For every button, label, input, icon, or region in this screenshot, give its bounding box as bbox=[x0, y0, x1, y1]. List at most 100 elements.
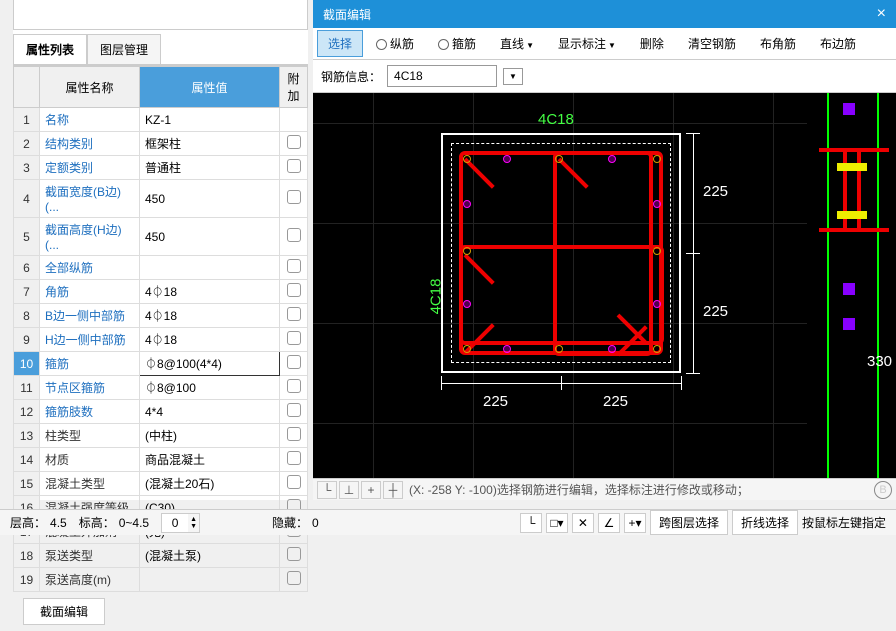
property-row[interactable]: 9H边一侧中部筋4⏀18 bbox=[14, 328, 308, 352]
prop-value[interactable]: ⏀8@100 bbox=[140, 376, 280, 400]
tool-select[interactable]: 选择 bbox=[317, 30, 363, 57]
mode3-icon[interactable]: ✕ bbox=[572, 513, 594, 533]
rebar-dot[interactable] bbox=[653, 300, 661, 308]
mode4-icon[interactable]: ∠ bbox=[598, 513, 620, 533]
tool-delete[interactable]: 删除 bbox=[629, 30, 675, 57]
rebar-dot[interactable] bbox=[503, 345, 511, 353]
rebar-info-input[interactable] bbox=[387, 65, 497, 87]
tool-corner-bar[interactable]: 布角筋 bbox=[749, 30, 807, 57]
rebar-dot[interactable] bbox=[653, 200, 661, 208]
rebar-info-dropdown[interactable]: ▼ bbox=[503, 68, 523, 85]
property-row[interactable]: 11节点区箍筋⏀8@100 bbox=[14, 376, 308, 400]
offset-input[interactable] bbox=[162, 514, 188, 532]
property-row[interactable]: 2结构类别框架柱 bbox=[14, 132, 308, 156]
rebar-dot[interactable] bbox=[463, 345, 471, 353]
property-row[interactable]: 3定额类别普通柱 bbox=[14, 156, 308, 180]
rebar-dot[interactable] bbox=[503, 155, 511, 163]
property-row[interactable]: 5截面高度(H边)(...450 bbox=[14, 218, 308, 256]
prop-extra[interactable] bbox=[280, 568, 308, 592]
prop-value[interactable]: 4⏀18 bbox=[140, 328, 280, 352]
prop-extra[interactable] bbox=[280, 156, 308, 180]
tool-longitudinal[interactable]: 纵筋 bbox=[365, 30, 425, 57]
prop-value[interactable] bbox=[140, 568, 280, 592]
prop-extra[interactable] bbox=[280, 352, 308, 376]
property-row[interactable]: 12箍筋肢数4*4 bbox=[14, 400, 308, 424]
rebar-dot[interactable] bbox=[555, 345, 563, 353]
prop-value[interactable]: 450 bbox=[140, 218, 280, 256]
section-edit-button[interactable]: 截面编辑 bbox=[23, 598, 105, 625]
property-row[interactable]: 8B边一侧中部筋4⏀18 bbox=[14, 304, 308, 328]
property-row[interactable]: 15混凝土类型(混凝土20石) bbox=[14, 472, 308, 496]
prop-extra[interactable] bbox=[280, 304, 308, 328]
prop-value[interactable]: 4⏀18 bbox=[140, 304, 280, 328]
prop-extra[interactable] bbox=[280, 472, 308, 496]
rebar-dot[interactable] bbox=[463, 155, 471, 163]
tab-properties[interactable]: 属性列表 bbox=[13, 34, 87, 64]
property-row[interactable]: 7角筋4⏀18 bbox=[14, 280, 308, 304]
prop-value[interactable]: 4*4 bbox=[140, 400, 280, 424]
prop-extra[interactable] bbox=[280, 180, 308, 218]
prop-extra[interactable] bbox=[280, 132, 308, 156]
tool-edge-bar[interactable]: 布边筋 bbox=[809, 30, 867, 57]
prop-value[interactable]: 普通柱 bbox=[140, 156, 280, 180]
spin-down-icon[interactable]: ▼ bbox=[188, 523, 199, 530]
tab-layers[interactable]: 图层管理 bbox=[87, 34, 161, 64]
prop-extra[interactable] bbox=[280, 218, 308, 256]
tool-show-dim[interactable]: 显示标注▼ bbox=[547, 30, 627, 57]
snap-mid-icon[interactable]: + bbox=[361, 481, 381, 499]
property-row[interactable]: 18泵送类型(混凝土泵) bbox=[14, 544, 308, 568]
prop-value[interactable]: 450 bbox=[140, 180, 280, 218]
property-row[interactable]: 13柱类型(中柱) bbox=[14, 424, 308, 448]
rebar-dot[interactable] bbox=[608, 345, 616, 353]
property-row[interactable]: 1名称KZ-1 bbox=[14, 108, 308, 132]
tool-stirrup[interactable]: 箍筋 bbox=[427, 30, 487, 57]
prop-value[interactable]: (中柱) bbox=[140, 424, 280, 448]
prop-extra[interactable] bbox=[280, 400, 308, 424]
prop-value[interactable]: KZ-1 bbox=[140, 108, 280, 132]
section-canvas[interactable]: 4C18 4C18 225 225 225 225 bbox=[313, 93, 807, 486]
rebar-dot[interactable] bbox=[653, 247, 661, 255]
prop-extra[interactable] bbox=[280, 448, 308, 472]
property-row[interactable]: 14材质商品混凝土 bbox=[14, 448, 308, 472]
prop-value[interactable]: 框架柱 bbox=[140, 132, 280, 156]
rebar-dot[interactable] bbox=[653, 345, 661, 353]
prop-value[interactable]: (混凝土泵) bbox=[140, 544, 280, 568]
offset-stepper[interactable]: ▲▼ bbox=[161, 513, 200, 533]
prop-value[interactable]: (混凝土20石) bbox=[140, 472, 280, 496]
rebar-dot[interactable] bbox=[463, 300, 471, 308]
cross-layer-button[interactable]: 跨图层选择 bbox=[650, 510, 728, 535]
prop-value[interactable]: ⏀8@100(4*4) bbox=[140, 352, 280, 376]
prop-extra[interactable] bbox=[280, 376, 308, 400]
row-number: 11 bbox=[14, 376, 40, 400]
prop-extra[interactable] bbox=[280, 108, 308, 132]
property-row[interactable]: 6全部纵筋 bbox=[14, 256, 308, 280]
prop-extra[interactable] bbox=[280, 328, 308, 352]
prop-extra[interactable] bbox=[280, 256, 308, 280]
prop-value[interactable]: 商品混凝土 bbox=[140, 448, 280, 472]
mode1-icon[interactable]: └ bbox=[520, 513, 542, 533]
property-row[interactable]: 10箍筋⏀8@100(4*4) bbox=[14, 352, 308, 376]
prop-extra[interactable] bbox=[280, 544, 308, 568]
snap-endpoint-icon[interactable]: └ bbox=[317, 481, 337, 499]
prop-value[interactable] bbox=[140, 256, 280, 280]
snap-perp-icon[interactable]: ⊥ bbox=[339, 481, 359, 499]
tool-clear[interactable]: 清空钢筋 bbox=[677, 30, 747, 57]
property-row[interactable]: 4截面宽度(B边)(...450 bbox=[14, 180, 308, 218]
prop-extra[interactable] bbox=[280, 424, 308, 448]
mode5-icon[interactable]: +▾ bbox=[624, 513, 646, 533]
polyline-button[interactable]: 折线选择 bbox=[732, 510, 798, 535]
mode2-icon[interactable]: □▾ bbox=[546, 513, 568, 533]
rebar-dot[interactable] bbox=[463, 247, 471, 255]
prop-value[interactable]: 4⏀18 bbox=[140, 280, 280, 304]
snap-grid-icon[interactable]: ┼ bbox=[383, 481, 403, 499]
tool-line[interactable]: 直线▼ bbox=[489, 30, 545, 57]
rebar-dot[interactable] bbox=[463, 200, 471, 208]
spin-up-icon[interactable]: ▲ bbox=[188, 516, 199, 523]
col-value[interactable]: 属性值 bbox=[140, 67, 280, 108]
rebar-dot[interactable] bbox=[608, 155, 616, 163]
property-row[interactable]: 19泵送高度(m) bbox=[14, 568, 308, 592]
rebar-dot[interactable] bbox=[555, 155, 563, 163]
prop-extra[interactable] bbox=[280, 280, 308, 304]
rebar-dot[interactable] bbox=[653, 155, 661, 163]
close-icon[interactable]: × bbox=[877, 5, 886, 23]
